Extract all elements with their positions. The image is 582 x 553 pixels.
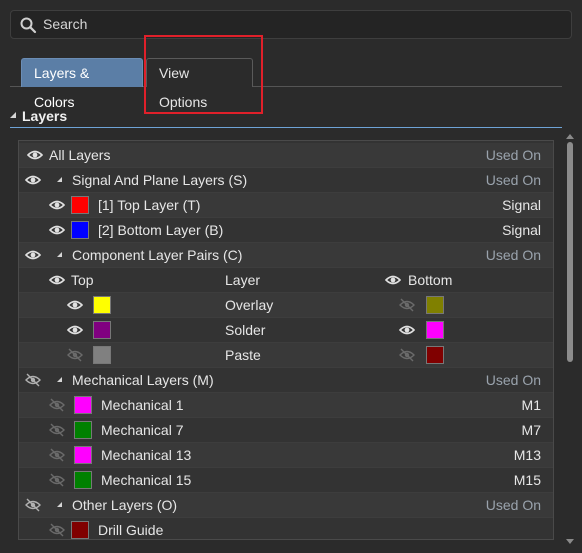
eye-hidden-icon[interactable]: [49, 448, 65, 462]
eye-hidden-icon[interactable]: [49, 473, 65, 487]
layer-code: M7: [521, 422, 541, 438]
eye-icon[interactable]: [399, 323, 415, 337]
all-layers-label: All Layers: [49, 147, 111, 163]
group-label: Mechanical Layers (M): [72, 372, 214, 388]
layer-code: M1: [521, 397, 541, 413]
used-on-label[interactable]: Used On: [486, 372, 541, 388]
color-swatch[interactable]: [93, 296, 111, 314]
layer-label: Mechanical 1: [101, 397, 184, 413]
collapse-triangle-icon[interactable]: [10, 112, 16, 118]
row-all-layers[interactable]: All Layers Used On: [19, 143, 553, 168]
color-swatch[interactable]: [74, 471, 92, 489]
eye-hidden-icon[interactable]: [25, 498, 41, 512]
used-on-label[interactable]: Used On: [486, 497, 541, 513]
expand-triangle-icon[interactable]: [57, 377, 62, 382]
pair-header-layer: Layer: [225, 272, 261, 288]
pair-name: Overlay: [225, 297, 274, 313]
row-pair-solder[interactable]: Solder: [19, 318, 553, 343]
color-swatch[interactable]: [71, 196, 89, 214]
layers-panel: All Layers Used On Signal And Plane Laye…: [18, 140, 554, 540]
layer-label: [1] Top Layer (T): [98, 197, 201, 213]
used-on-label[interactable]: Used On: [486, 247, 541, 263]
pair-header-top: Top: [71, 272, 94, 288]
eye-icon[interactable]: [49, 223, 65, 237]
group-label: Other Layers (O): [72, 497, 178, 513]
layer-type: Signal: [502, 197, 541, 213]
color-swatch[interactable]: [71, 521, 89, 539]
eye-icon[interactable]: [25, 173, 41, 187]
row-mechanical-1[interactable]: Mechanical 1 M1: [19, 393, 553, 418]
layer-code: M13: [513, 447, 541, 463]
color-swatch[interactable]: [93, 346, 111, 364]
row-mechanical-7[interactable]: Mechanical 7 M7: [19, 418, 553, 443]
group-label: Signal And Plane Layers (S): [72, 172, 248, 188]
eye-icon[interactable]: [67, 323, 83, 337]
eye-icon[interactable]: [385, 273, 401, 287]
color-swatch[interactable]: [426, 296, 444, 314]
color-swatch[interactable]: [426, 346, 444, 364]
row-pair-paste[interactable]: Paste: [19, 343, 553, 368]
color-swatch[interactable]: [74, 421, 92, 439]
eye-icon[interactable]: [25, 248, 41, 262]
used-on-label[interactable]: Used On: [486, 147, 541, 163]
row-pair-header: Top Layer Bottom: [19, 268, 553, 293]
expand-triangle-icon[interactable]: [57, 177, 62, 182]
layer-type: Signal: [502, 222, 541, 238]
eye-icon[interactable]: [49, 273, 65, 287]
expand-triangle-icon[interactable]: [57, 502, 62, 507]
used-on-label[interactable]: Used On: [486, 172, 541, 188]
eye-hidden-icon[interactable]: [399, 348, 415, 362]
row-drill-guide[interactable]: Drill Guide: [19, 518, 553, 539]
row-mechanical-group[interactable]: Mechanical Layers (M) Used On: [19, 368, 553, 393]
section-title: Layers: [22, 108, 68, 124]
pair-header-bottom: Bottom: [408, 272, 453, 288]
search-input[interactable]: Search: [43, 16, 87, 32]
eye-hidden-icon[interactable]: [49, 523, 65, 537]
row-mechanical-13[interactable]: Mechanical 13 M13: [19, 443, 553, 468]
row-bottom-layer[interactable]: [2] Bottom Layer (B) Signal: [19, 218, 553, 243]
layer-label: Mechanical 15: [101, 472, 192, 488]
color-swatch[interactable]: [426, 321, 444, 339]
pair-name: Paste: [225, 347, 261, 363]
eye-icon[interactable]: [27, 148, 43, 162]
pair-name: Solder: [225, 322, 266, 338]
eye-hidden-icon[interactable]: [49, 423, 65, 437]
layer-code: M15: [513, 472, 541, 488]
expand-triangle-icon[interactable]: [57, 252, 62, 257]
group-label: Component Layer Pairs (C): [72, 247, 243, 263]
row-mechanical-15[interactable]: Mechanical 15 M15: [19, 468, 553, 493]
color-swatch[interactable]: [74, 446, 92, 464]
scroll-up-icon[interactable]: [566, 134, 574, 139]
row-pair-overlay[interactable]: Overlay: [19, 293, 553, 318]
layers-section-header[interactable]: Layers: [10, 106, 562, 128]
layer-label: [2] Bottom Layer (B): [98, 222, 224, 238]
highlight-box: [144, 35, 263, 114]
row-other-group[interactable]: Other Layers (O) Used On: [19, 493, 553, 518]
layer-label: Mechanical 7: [101, 422, 184, 438]
layer-label: Drill Guide: [98, 522, 164, 538]
tab-layers-colors[interactable]: Layers & Colors: [21, 58, 143, 110]
search-icon: [20, 17, 37, 34]
vertical-scrollbar[interactable]: [566, 134, 574, 544]
color-swatch[interactable]: [71, 221, 89, 239]
row-signal-group[interactable]: Signal And Plane Layers (S) Used On: [19, 168, 553, 193]
eye-hidden-icon[interactable]: [67, 348, 83, 362]
eye-hidden-icon[interactable]: [399, 298, 415, 312]
color-swatch[interactable]: [74, 396, 92, 414]
scrollbar-thumb[interactable]: [567, 142, 573, 362]
eye-hidden-icon[interactable]: [25, 373, 41, 387]
row-component-group[interactable]: Component Layer Pairs (C) Used On: [19, 243, 553, 268]
eye-hidden-icon[interactable]: [49, 398, 65, 412]
row-top-layer[interactable]: [1] Top Layer (T) Signal: [19, 193, 553, 218]
eye-icon[interactable]: [49, 198, 65, 212]
eye-icon[interactable]: [67, 298, 83, 312]
scroll-down-icon[interactable]: [566, 539, 574, 544]
color-swatch[interactable]: [93, 321, 111, 339]
search-box[interactable]: Search: [10, 10, 572, 39]
layer-label: Mechanical 13: [101, 447, 192, 463]
